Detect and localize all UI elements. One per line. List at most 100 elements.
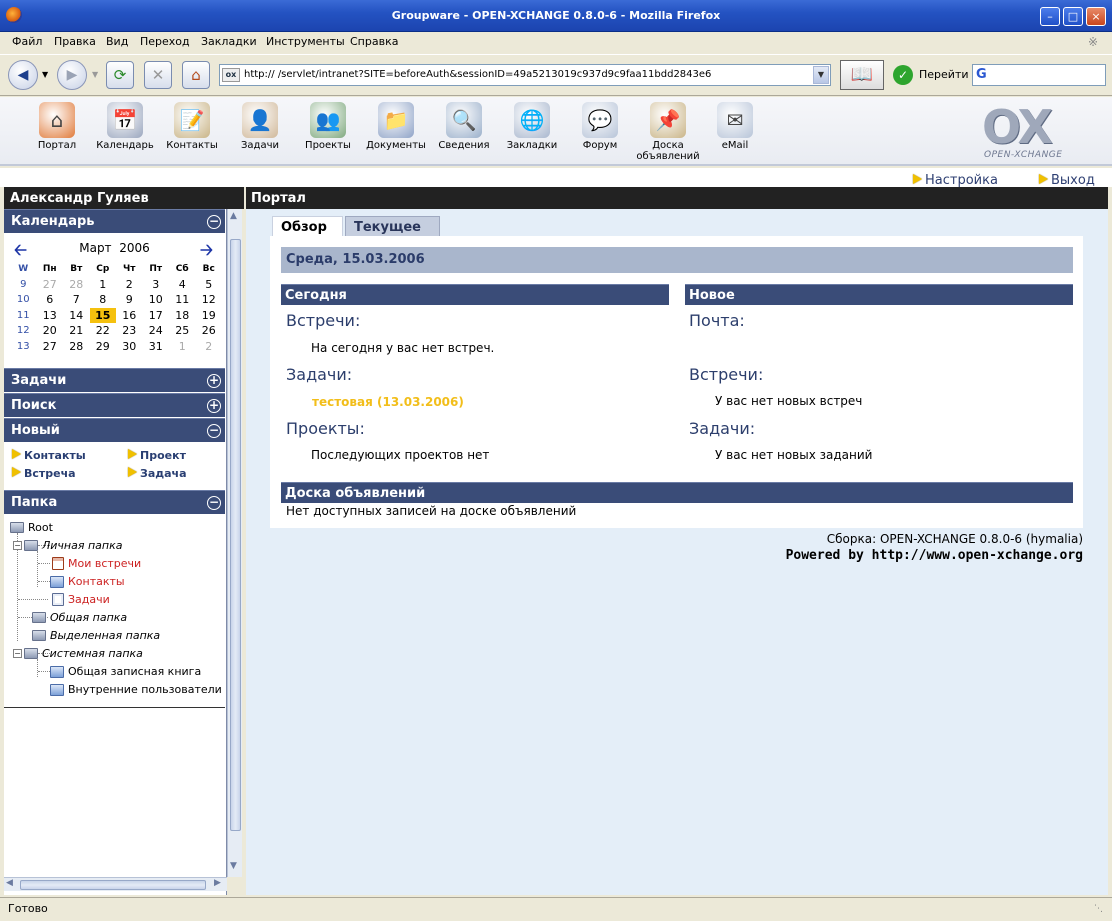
expand-icon[interactable]: + bbox=[207, 399, 221, 413]
back-button[interactable]: ◀ bbox=[8, 60, 38, 90]
calendar-day[interactable]: 17 bbox=[143, 308, 170, 324]
calendar-day[interactable]: 27 bbox=[37, 277, 64, 293]
week-number[interactable]: 13 bbox=[10, 339, 37, 355]
new-task-link[interactable]: Задача bbox=[128, 467, 187, 480]
toolbar-pinboard[interactable]: 📌 Доска объявлений bbox=[634, 102, 702, 162]
tree-my-appointments[interactable]: Мои встречи bbox=[52, 557, 141, 570]
calendar-day[interactable]: 9 bbox=[116, 292, 143, 308]
toolbar-projects[interactable]: 👥 Проекты bbox=[294, 102, 362, 151]
toolbar-tasks[interactable]: 👤 Задачи bbox=[226, 102, 294, 151]
tree-personal-folder[interactable]: − Личная папка bbox=[13, 539, 122, 552]
resize-grip-icon[interactable]: ⋱ bbox=[1094, 904, 1103, 914]
calendar-day[interactable]: 6 bbox=[37, 292, 64, 308]
reload-button[interactable]: ⟳ bbox=[106, 61, 134, 89]
toolbar-calendar[interactable]: 📅 Календарь bbox=[91, 102, 159, 151]
collapse-icon[interactable]: − bbox=[207, 496, 221, 510]
back-dropdown-icon[interactable]: ▼ bbox=[42, 70, 48, 79]
toolbar-contacts[interactable]: 📝 Контакты bbox=[158, 102, 226, 151]
scroll-up-icon[interactable]: ▲ bbox=[230, 211, 237, 221]
expand-icon[interactable]: + bbox=[207, 374, 221, 388]
url-dropdown-icon[interactable]: ▼ bbox=[813, 66, 829, 84]
sidebar-vertical-scrollbar[interactable]: ▲ ▼ bbox=[227, 209, 242, 877]
calendar-day[interactable]: 8 bbox=[90, 292, 117, 308]
close-button[interactable]: × bbox=[1086, 7, 1106, 26]
new-section-header[interactable]: Новый − bbox=[4, 418, 225, 442]
tab-current[interactable]: Текущее bbox=[345, 216, 440, 237]
tree-tasks[interactable]: Задачи bbox=[52, 593, 110, 606]
tree-system-folder[interactable]: − Системная папка bbox=[13, 647, 143, 660]
calendar-day[interactable]: 12 bbox=[196, 292, 223, 308]
forward-dropdown-icon[interactable]: ▼ bbox=[92, 70, 98, 79]
new-appointment-link[interactable]: Встреча bbox=[12, 467, 76, 480]
task-link[interactable]: тестовая (13.03.2006) bbox=[312, 395, 464, 409]
url-text[interactable]: http:// /servlet/intranet?SITE=beforeAut… bbox=[244, 69, 711, 80]
logout-link[interactable]: Выход bbox=[1039, 173, 1095, 188]
toolbar-documents[interactable]: 📁 Документы bbox=[362, 102, 430, 151]
search-section-header[interactable]: Поиск + bbox=[4, 393, 225, 417]
menu-file[interactable]: Файл bbox=[12, 35, 42, 48]
scroll-thumb[interactable] bbox=[230, 239, 241, 831]
scroll-right-icon[interactable]: ▶ bbox=[214, 878, 221, 888]
calendar-day[interactable]: 2 bbox=[196, 339, 223, 355]
search-box[interactable]: G bbox=[972, 64, 1106, 86]
calendar-day[interactable]: 18 bbox=[169, 308, 196, 324]
calendar-day[interactable]: 1 bbox=[90, 277, 117, 293]
calendar-day[interactable]: 10 bbox=[143, 292, 170, 308]
calendar-day[interactable]: 7 bbox=[63, 292, 90, 308]
calendar-day[interactable]: 2 bbox=[116, 277, 143, 293]
calendar-day[interactable]: 24 bbox=[143, 323, 170, 339]
new-contact-link[interactable]: Контакты bbox=[12, 449, 86, 462]
book-icon[interactable]: 📖 bbox=[840, 60, 884, 90]
new-project-link[interactable]: Проект bbox=[128, 449, 186, 462]
calendar-day[interactable]: 25 bbox=[169, 323, 196, 339]
week-number[interactable]: 12 bbox=[10, 323, 37, 339]
calendar-day[interactable]: 28 bbox=[63, 277, 90, 293]
menu-go[interactable]: Переход bbox=[140, 35, 190, 48]
menu-view[interactable]: Вид bbox=[106, 35, 128, 48]
calendar-day[interactable]: 28 bbox=[63, 339, 90, 355]
scroll-left-icon[interactable]: ◀ bbox=[6, 878, 13, 888]
tab-overview[interactable]: Обзор bbox=[272, 216, 343, 237]
sidebar-horizontal-scrollbar[interactable]: ◀ ▶ bbox=[4, 877, 227, 891]
calendar-day[interactable]: 22 bbox=[90, 323, 117, 339]
week-number[interactable]: 11 bbox=[10, 308, 37, 324]
toolbar-home[interactable]: ⌂ Портал bbox=[23, 102, 91, 151]
tree-shared-folder[interactable]: Общая папка bbox=[32, 611, 127, 624]
collapse-icon[interactable]: − bbox=[13, 649, 22, 658]
maximize-button[interactable]: □ bbox=[1063, 7, 1083, 26]
week-number[interactable]: 9 bbox=[10, 277, 37, 293]
minimize-button[interactable]: – bbox=[1040, 7, 1060, 26]
calendar-section-header[interactable]: Календарь − bbox=[4, 209, 225, 233]
tree-internal-users[interactable]: Внутренние пользователи bbox=[50, 683, 222, 696]
scroll-down-icon[interactable]: ▼ bbox=[230, 861, 237, 871]
calendar-day[interactable]: 20 bbox=[37, 323, 64, 339]
calendar-day[interactable]: 5 bbox=[196, 277, 223, 293]
calendar-day[interactable]: 29 bbox=[90, 339, 117, 355]
calendar-day[interactable]: 14 bbox=[63, 308, 90, 324]
url-bar[interactable]: ox http:// /servlet/intranet?SITE=before… bbox=[219, 64, 831, 86]
menu-edit[interactable]: Правка bbox=[54, 35, 96, 48]
forward-button[interactable]: ▶ bbox=[57, 60, 87, 90]
calendar-day[interactable]: 27 bbox=[37, 339, 64, 355]
menu-bookmarks[interactable]: Закладки bbox=[201, 35, 257, 48]
calendar-day[interactable]: 1 bbox=[169, 339, 196, 355]
toolbar-bookmarks[interactable]: 🌐 Закладки bbox=[498, 102, 566, 151]
tree-global-address-book[interactable]: Общая записная книга bbox=[50, 665, 201, 678]
stop-button[interactable]: ✕ bbox=[144, 61, 172, 89]
tree-contacts[interactable]: Контакты bbox=[50, 575, 125, 588]
collapse-icon[interactable]: − bbox=[13, 541, 22, 550]
toolbar-email[interactable]: ✉ eMail bbox=[701, 102, 769, 151]
calendar-day[interactable]: 11 bbox=[169, 292, 196, 308]
collapse-icon[interactable]: − bbox=[207, 215, 221, 229]
calendar-day[interactable]: 16 bbox=[116, 308, 143, 324]
week-number[interactable]: 10 bbox=[10, 292, 37, 308]
home-button[interactable]: ⌂ bbox=[182, 61, 210, 89]
folder-section-header[interactable]: Папка − bbox=[4, 490, 225, 514]
calendar-day[interactable]: 30 bbox=[116, 339, 143, 355]
calendar-day[interactable]: 26 bbox=[196, 323, 223, 339]
toolbar-forum[interactable]: 💬 Форум bbox=[566, 102, 634, 151]
calendar-day[interactable]: 4 bbox=[169, 277, 196, 293]
calendar-day[interactable]: 21 bbox=[63, 323, 90, 339]
window-title-bar[interactable]: Groupware - OPEN-XCHANGE 0.8.0-6 - Mozil… bbox=[0, 0, 1112, 32]
scroll-thumb[interactable] bbox=[20, 880, 206, 890]
